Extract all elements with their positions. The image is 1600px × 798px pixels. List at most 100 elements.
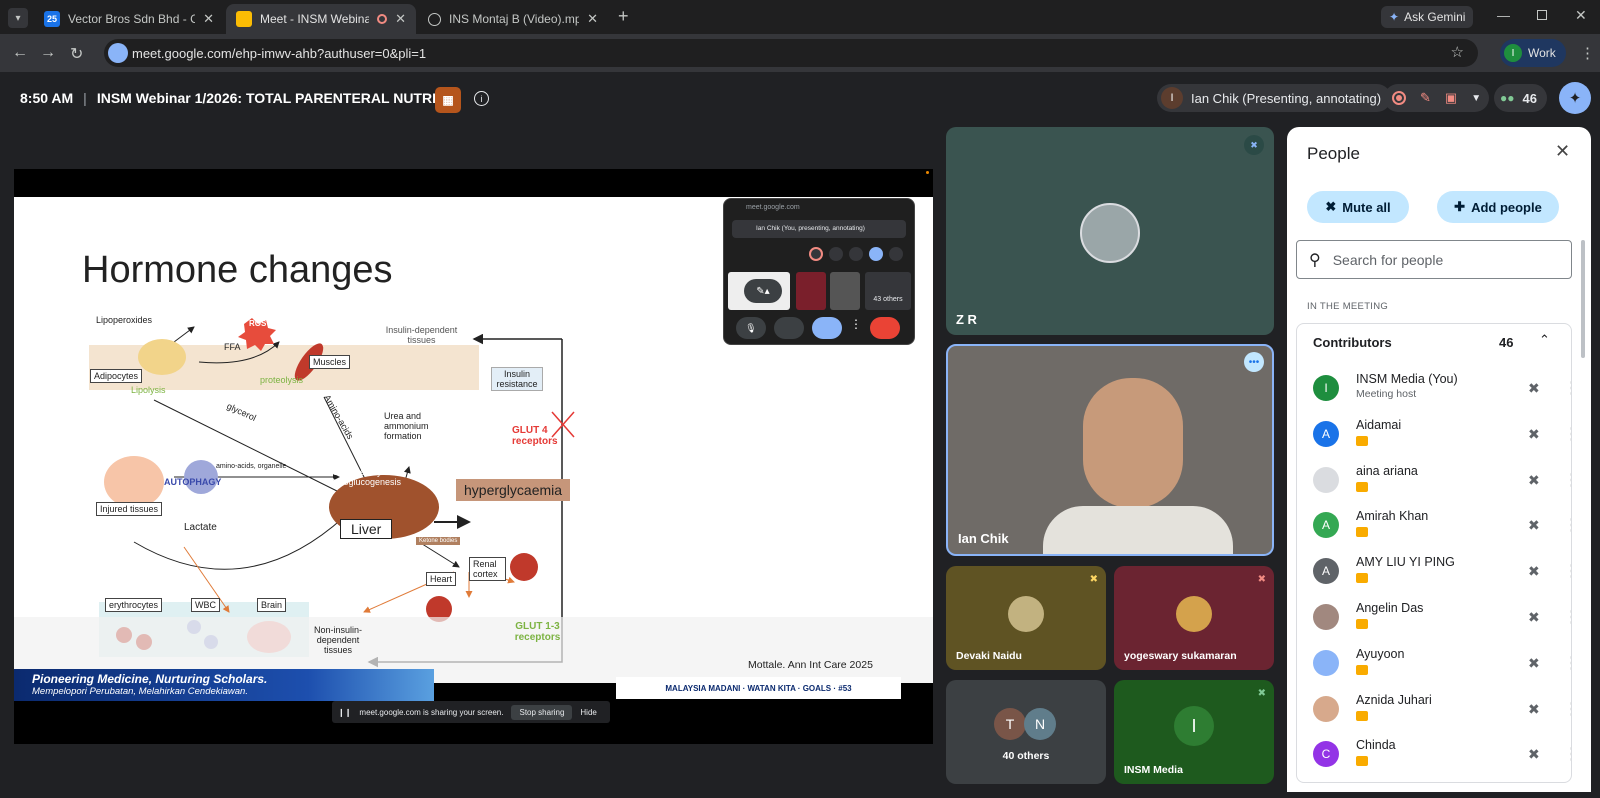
mic-off-icon[interactable]: ✖ — [1528, 746, 1540, 763]
reload-icon[interactable]: ↻ — [70, 44, 83, 64]
mini-gemini-icon[interactable] — [889, 247, 903, 261]
mini-bottom-controls: 🎙 ⋮ — [736, 317, 900, 339]
chevron-up-icon[interactable]: ⌃ — [1539, 332, 1550, 348]
minimize-button[interactable]: — — [1497, 8, 1510, 23]
mic-off-icon[interactable]: ✖ — [1528, 426, 1540, 443]
label-heart: Heart — [426, 572, 457, 586]
avatar-t: T — [994, 708, 1026, 740]
more-options-icon[interactable]: ⋮ — [1564, 470, 1571, 490]
close-icon[interactable]: ✕ — [587, 11, 598, 27]
mini-pen-icon[interactable] — [869, 247, 883, 261]
annotate-icon[interactable]: ✎ — [1420, 90, 1431, 106]
info-icon[interactable]: i — [474, 91, 489, 106]
close-icon[interactable]: ✕ — [1555, 141, 1570, 162]
mini-present-icon[interactable] — [849, 247, 863, 261]
meeting-title: INSM Webinar 1/2026: TOTAL PARENTERAL NU… — [96, 90, 461, 106]
close-window-button[interactable]: ✕ — [1575, 7, 1587, 24]
tile-others[interactable]: T N 40 others — [946, 680, 1106, 784]
present-badge-icon — [1356, 619, 1368, 629]
clock: 8:50 AM — [20, 90, 74, 106]
browser-menu-icon[interactable]: ⋮ — [1580, 44, 1595, 62]
more-options-icon[interactable]: ⋮ — [1564, 699, 1571, 719]
shared-screen: Hormone changes Lipoperoxides ROS FFA In… — [14, 169, 933, 744]
mic-off-icon[interactable]: ✖ — [1528, 701, 1540, 718]
present-off-icon[interactable]: ▣ — [1445, 90, 1457, 106]
contributors-header[interactable]: Contributors 46 ⌃ — [1297, 324, 1571, 360]
presenter-chip[interactable]: I Ian Chik (Presenting, annotating) — [1157, 84, 1392, 112]
mic-off-icon[interactable]: ✖ — [1528, 472, 1540, 489]
back-icon[interactable]: ← — [12, 44, 28, 62]
restore-button[interactable] — [1537, 10, 1547, 20]
people-count-button[interactable]: ●● 46 — [1494, 84, 1547, 112]
participant-avatar — [1313, 649, 1339, 676]
mic-off-icon[interactable]: ✖ — [1528, 517, 1540, 534]
more-options-icon[interactable]: ⋮ — [1564, 515, 1571, 535]
label-proteolysis: proteolysis — [260, 375, 304, 385]
more-options-icon[interactable]: ⋮ — [1564, 744, 1571, 764]
tile-devaki[interactable]: ✖ Devaki Naidu — [946, 566, 1106, 670]
new-tab-button[interactable]: + — [618, 6, 629, 27]
participant-row[interactable]: aina ariana ✖ ⋮ — [1297, 458, 1571, 504]
chevron-down-icon[interactable]: ▼ — [1471, 93, 1481, 104]
kidney — [510, 553, 538, 581]
url-field[interactable]: meet.google.com/ehp-imwv-ahb?authuser=0&… — [104, 39, 1478, 67]
tile-yogeswary[interactable]: ✖ yogeswary sukamaran — [1114, 566, 1274, 670]
mini-more-icon[interactable]: ⋮ — [850, 317, 862, 339]
mic-off-icon[interactable]: ✖ — [1528, 655, 1540, 672]
ask-gemini-button[interactable]: ✦ Ask Gemini — [1381, 6, 1474, 28]
recording-icon — [377, 14, 388, 24]
tab-search-button[interactable]: ▾ — [8, 8, 28, 28]
tab-meet[interactable]: Meet - INSM Webinar 1/2026 ✕ — [226, 4, 416, 34]
participant-row[interactable]: Aznida Juhari ✖ ⋮ — [1297, 687, 1571, 733]
mini-end-call-button[interactable] — [870, 317, 900, 339]
participant-row[interactable]: Ayuyoon ✖ ⋮ — [1297, 641, 1571, 687]
mini-annotate-icon[interactable] — [829, 247, 843, 261]
mini-others-tile: 43 others — [865, 272, 911, 310]
profile-button[interactable]: I Work — [1500, 39, 1566, 67]
pause-icon: ❙❙ — [338, 707, 352, 717]
more-options-icon[interactable]: ⋮ — [1564, 424, 1571, 444]
tab-video[interactable]: INS Montaj B (Video).mp4 ✕ — [418, 4, 608, 34]
hide-button[interactable]: Hide — [580, 708, 596, 717]
participant-row[interactable]: C Chinda ✖ ⋮ — [1297, 732, 1571, 778]
search-input[interactable]: ⚲ Search for people — [1296, 240, 1572, 279]
more-options-icon[interactable]: ⋮ — [1564, 561, 1571, 581]
more-options-icon[interactable]: ⋮ — [1564, 378, 1571, 398]
participant-avatar: C — [1313, 741, 1339, 768]
participant-row[interactable]: Angelin Das ✖ ⋮ — [1297, 595, 1571, 641]
participant-row[interactable]: I INSM Media (You) Meeting host ✖ ⋮ — [1297, 366, 1571, 412]
participant-avatar: A — [1313, 512, 1339, 539]
add-people-button[interactable]: ✚ Add people — [1437, 191, 1559, 223]
tile-insm-media[interactable]: I ✖ INSM Media — [1114, 680, 1274, 784]
forward-icon[interactable]: → — [40, 44, 56, 62]
mic-off-icon[interactable]: ✖ — [1528, 380, 1540, 397]
close-icon[interactable]: ✕ — [203, 11, 214, 27]
participant-row[interactable]: A Aidamai ✖ ⋮ — [1297, 412, 1571, 458]
gemini-meet-icon[interactable]: ✦ — [1559, 82, 1591, 114]
record-icon[interactable] — [1392, 91, 1406, 105]
mute-all-button[interactable]: ✖ Mute all — [1307, 191, 1409, 223]
mini-camera-icon[interactable] — [774, 317, 804, 339]
mini-record-icon[interactable] — [809, 247, 823, 261]
bookmark-star-icon[interactable]: ☆ — [1451, 43, 1464, 61]
more-options-icon[interactable]: ••• — [1244, 352, 1264, 372]
search-placeholder: Search for people — [1332, 251, 1444, 268]
tile-ian-chik[interactable]: ••• Ian Chik — [946, 344, 1274, 556]
companion-icon[interactable]: ▦ — [435, 87, 461, 113]
tab-calendar[interactable]: 25 Vector Bros Sdn Bhd - Calendar ✕ — [34, 4, 224, 34]
mini-mic-icon[interactable]: 🎙 — [736, 317, 766, 339]
tile-zr[interactable]: ✖ Z R — [946, 127, 1274, 335]
participant-row[interactable]: A Amirah Khan ✖ ⋮ — [1297, 503, 1571, 549]
more-options-icon[interactable]: ⋮ — [1564, 653, 1571, 673]
panel-scrollbar[interactable] — [1581, 240, 1585, 358]
stop-sharing-button[interactable]: Stop sharing — [511, 704, 573, 720]
mic-off-icon[interactable]: ✖ — [1528, 563, 1540, 580]
mic-off-icon[interactable]: ✖ — [1528, 609, 1540, 626]
presenter-label: Ian Chik (Presenting, annotating) — [1191, 90, 1382, 106]
mini-annotate-button[interactable]: ✎▴ — [744, 279, 782, 303]
mini-present-button[interactable] — [812, 317, 842, 339]
more-options-icon[interactable]: ⋮ — [1564, 607, 1571, 627]
present-badge-icon — [1356, 756, 1368, 767]
participant-row[interactable]: A AMY LIU YI PING ✖ ⋮ — [1297, 549, 1571, 595]
close-icon[interactable]: ✕ — [395, 11, 406, 27]
